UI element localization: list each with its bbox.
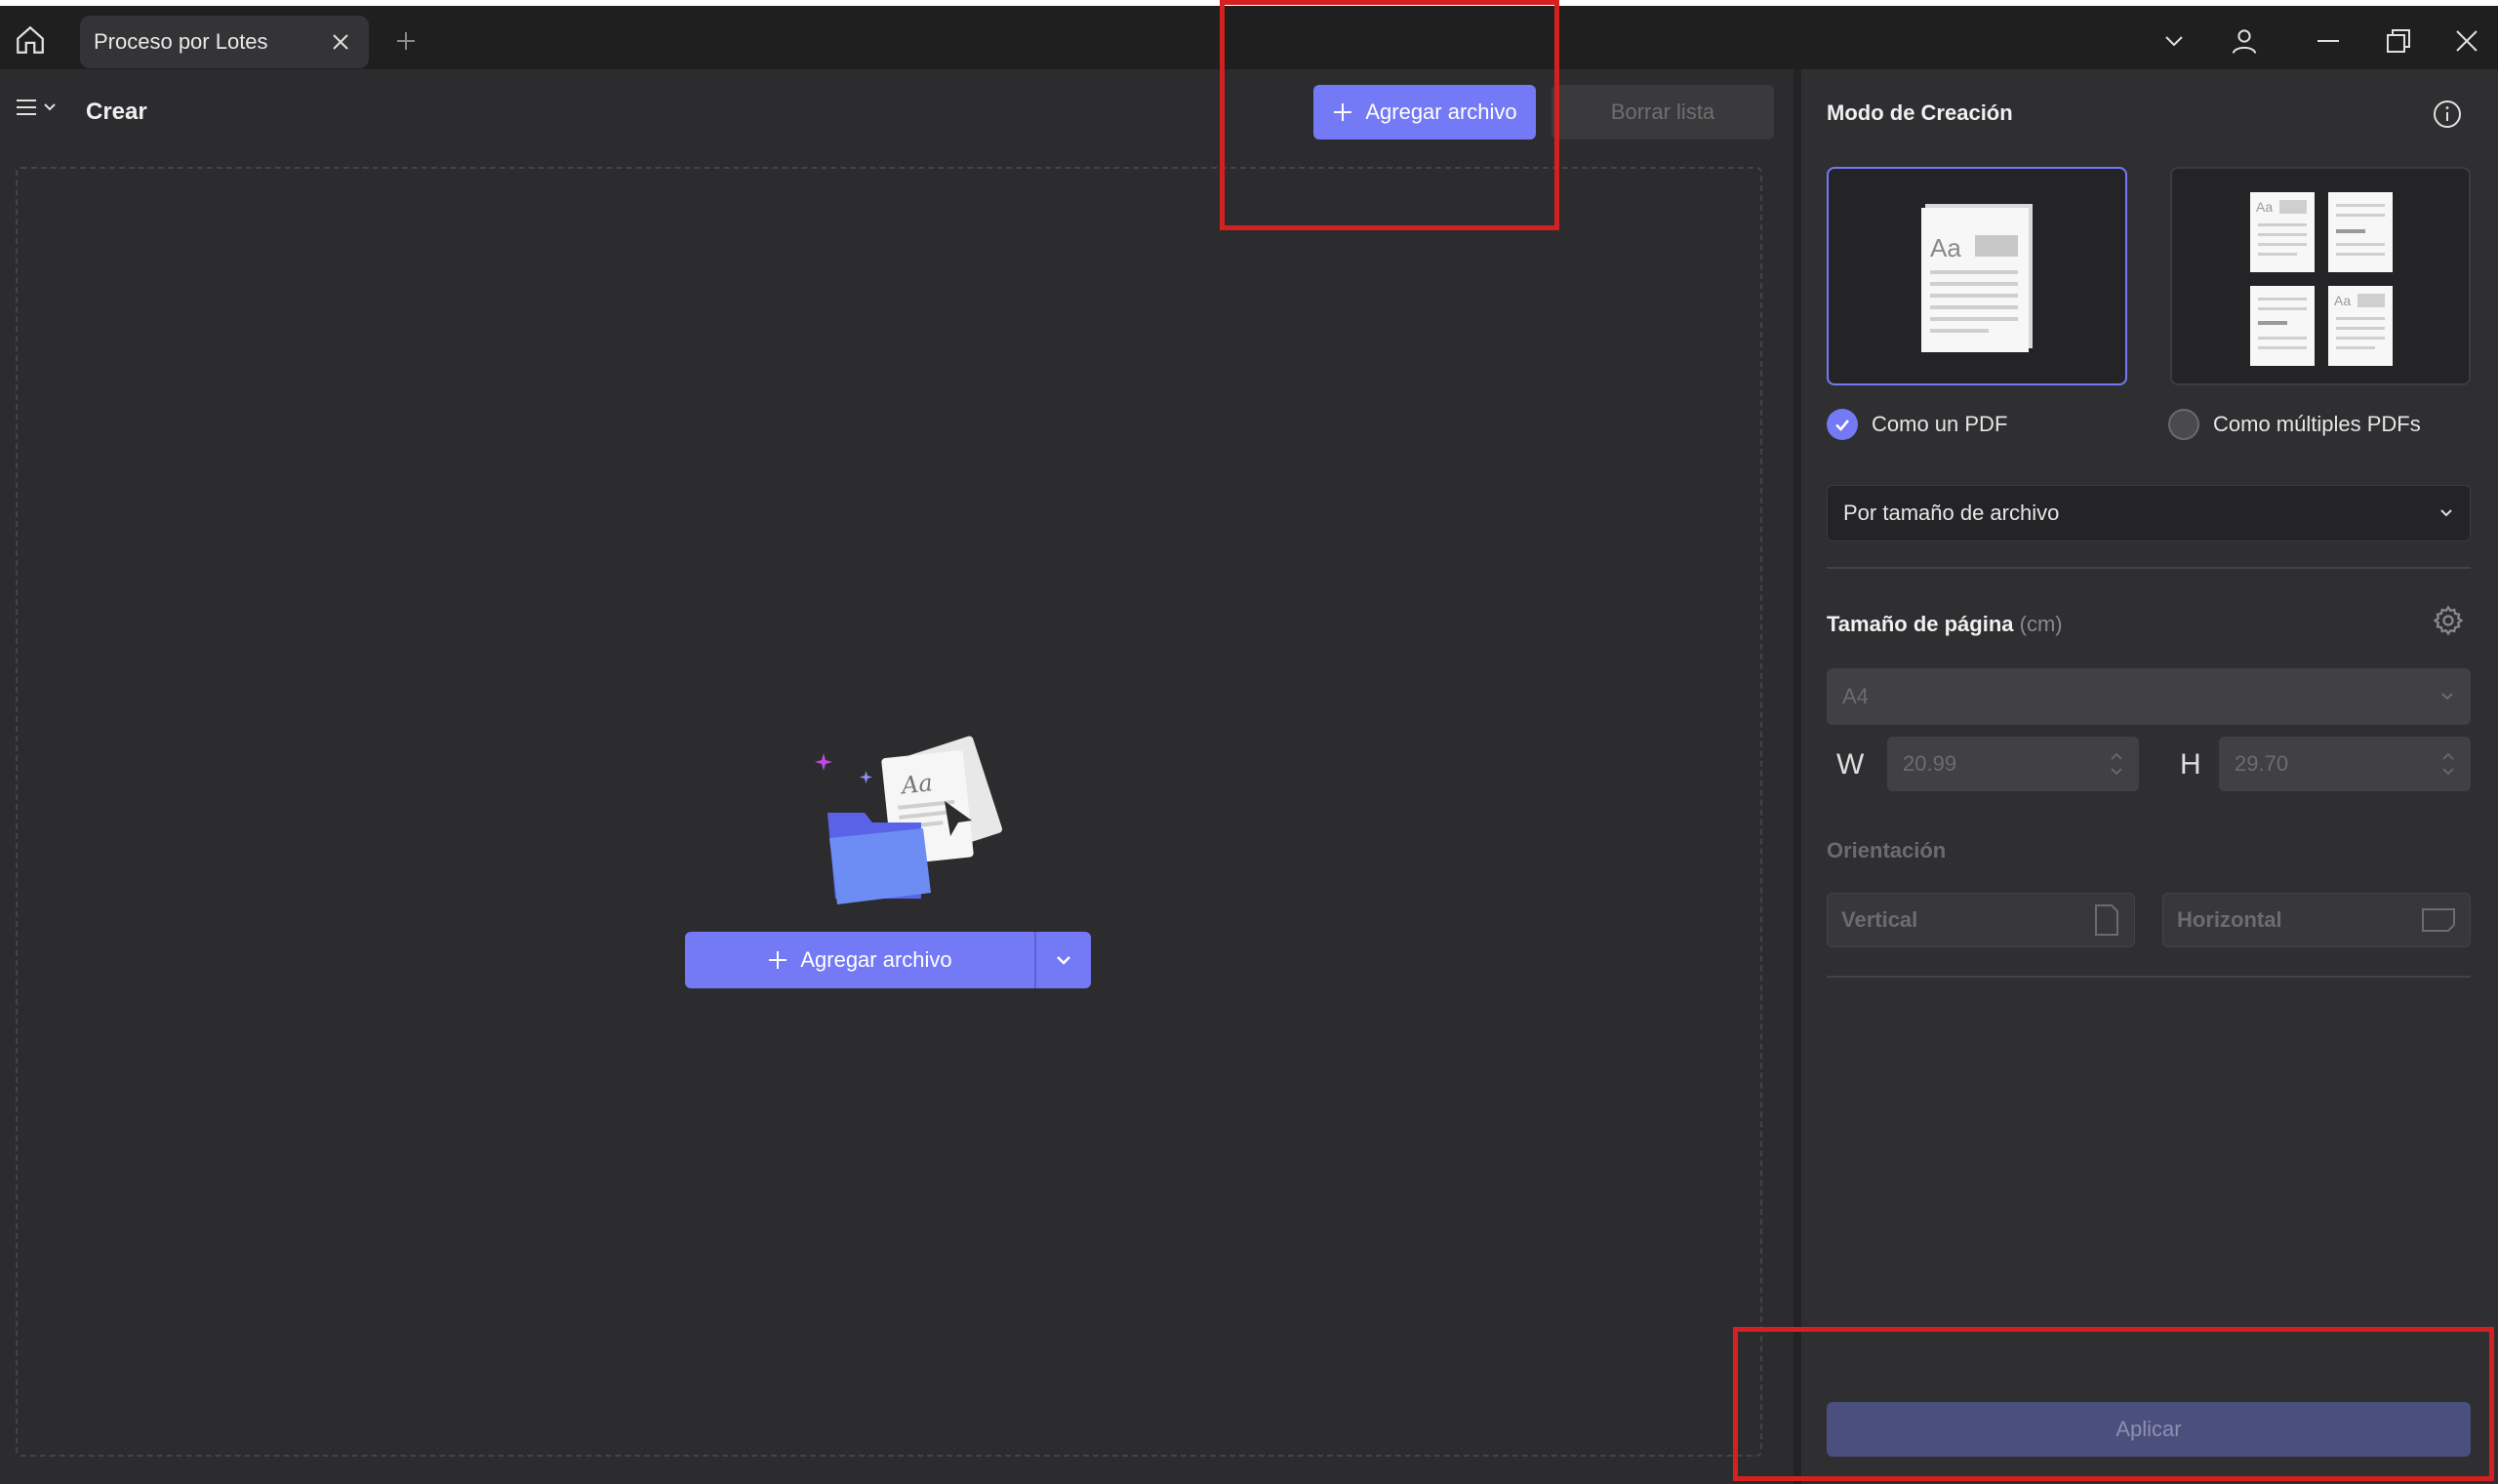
chevron-down-icon [2165, 36, 2183, 47]
tabs-dropdown-button[interactable] [2155, 21, 2194, 60]
page-size-label: Tamaño de página [1827, 612, 2014, 636]
radio-icon [2168, 409, 2199, 440]
highlight-box-apply [1733, 1327, 2494, 1481]
height-value: 29.70 [2235, 751, 2289, 776]
creation-mode-title: Modo de Creación [1827, 100, 2013, 125]
page-size-select[interactable]: A4 [1827, 668, 2471, 725]
minimize-icon [2317, 40, 2339, 42]
single-document-icon: Aa [1921, 204, 2033, 352]
plus-icon [769, 951, 787, 969]
option-single-label: Como un PDF [1872, 412, 2008, 436]
page-title: Crear [86, 99, 147, 125]
page-size-title: Tamaño de página (cm) [1827, 612, 2063, 637]
svg-text:Aa: Aa [2334, 293, 2351, 308]
split-method-value: Por tamaño de archivo [1843, 501, 2060, 525]
stepper-icon [2111, 752, 2122, 776]
section-divider [1827, 567, 2471, 569]
tab-proceso-por-lotes[interactable]: Proceso por Lotes [80, 16, 369, 68]
settings-panel: Modo de Creación Aa Aa Aa Como un PDF Co… [1793, 69, 2498, 1484]
single-pdf-card[interactable]: Aa [1827, 167, 2127, 385]
folder-documents-illustration: Aa [815, 736, 1003, 904]
landscape-page-icon [2422, 908, 2455, 932]
option-multiple-label: Como múltiples PDFs [2213, 412, 2421, 436]
svg-text:Aa: Aa [899, 769, 934, 799]
orientation-title: Orientación [1827, 838, 1947, 862]
checked-radio-icon [1827, 409, 1858, 440]
split-method-select[interactable]: Por tamaño de archivo [1827, 485, 2471, 541]
svg-text:Aa: Aa [1930, 233, 1961, 262]
plus-icon [397, 32, 415, 50]
page-size-value: A4 [1842, 684, 1869, 708]
height-input[interactable]: 29.70 [2219, 737, 2471, 791]
menu-icon [17, 100, 36, 115]
option-single-pdf[interactable]: Como un PDF [1827, 409, 2007, 440]
orientation-horizontal-label: Horizontal [2177, 907, 2282, 932]
restore-button[interactable] [2379, 21, 2418, 60]
menu-button[interactable] [16, 97, 57, 118]
add-file-center-label: Agregar archivo [800, 947, 952, 972]
restore-icon [2387, 29, 2410, 53]
svg-text:Aa: Aa [2256, 199, 2273, 215]
option-multiple-pdfs[interactable]: Como múltiples PDFs [2168, 409, 2421, 440]
user-icon [2232, 29, 2257, 54]
orientation-vertical-label: Vertical [1841, 907, 1918, 932]
multiple-pdfs-card[interactable]: Aa Aa [2170, 167, 2471, 385]
highlight-box-add-file [1220, 0, 1559, 230]
multiple-documents-icon: Aa Aa [2250, 192, 2393, 366]
add-file-options-button[interactable] [1036, 932, 1091, 988]
new-tab-button[interactable] [390, 25, 422, 57]
tab-title: Proceso por Lotes [94, 29, 268, 54]
file-list-pane: Crear Agregar archivo Borrar lista Aa Ar… [0, 69, 1786, 1484]
gear-icon[interactable] [2432, 604, 2465, 637]
home-button[interactable] [10, 20, 51, 60]
orientation-horizontal-button[interactable]: Horizontal [2162, 893, 2471, 947]
chevron-down-icon [2441, 693, 2453, 701]
close-icon [333, 34, 348, 50]
info-icon[interactable] [2432, 99, 2463, 130]
section-divider [1827, 976, 2471, 978]
drop-zone[interactable]: Aa Arrastre y suelte los archivos aquí. [16, 167, 1762, 1457]
tab-close-button[interactable] [328, 29, 353, 55]
minimize-button[interactable] [2309, 21, 2348, 60]
add-file-split-button: Agregar archivo [685, 932, 1091, 988]
close-icon [2456, 30, 2478, 52]
orientation-vertical-button[interactable]: Vertical [1827, 893, 2135, 947]
chevron-down-icon [1057, 956, 1070, 965]
chevron-down-icon [44, 103, 56, 111]
stepper-icon [2442, 752, 2454, 776]
account-button[interactable] [2225, 21, 2264, 60]
width-input[interactable]: 20.99 [1887, 737, 2139, 791]
home-icon [17, 25, 44, 54]
width-value: 20.99 [1903, 751, 1957, 776]
portrait-page-icon [2095, 904, 2118, 936]
width-label: W [1836, 748, 1865, 781]
chevron-down-icon [2440, 509, 2452, 517]
height-label: H [2180, 748, 2201, 781]
page-size-unit: (cm) [2019, 612, 2063, 636]
clear-list-button[interactable]: Borrar lista [1551, 85, 1774, 140]
window-close-button[interactable] [2447, 21, 2486, 60]
add-file-center-button[interactable]: Agregar archivo [685, 932, 1034, 988]
